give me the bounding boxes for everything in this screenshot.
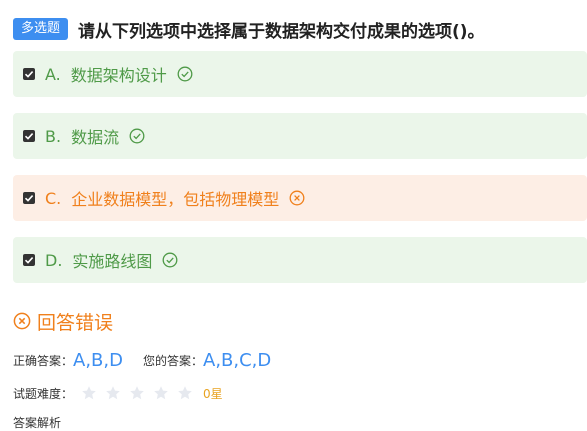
user-answer-value: A,B,C,D — [203, 349, 272, 371]
option-b-text: 数据流 — [71, 128, 120, 147]
correct-answer-label: 正确答案： — [13, 353, 74, 368]
correct-answer-value: A,B,D — [73, 349, 123, 371]
option-c-text: 企业数据模型，包括物理模型 — [71, 190, 280, 209]
analysis-label: 答案解析 — [13, 416, 62, 430]
check-circle-icon — [177, 66, 193, 82]
check-circle-icon — [162, 252, 178, 268]
option-d[interactable]: D. 实施路线图 — [13, 237, 587, 283]
difficulty-rating: 试题难度： 0星 — [13, 383, 223, 403]
option-a-text: 数据架构设计 — [70, 66, 167, 85]
option-c-checkbox[interactable] — [23, 192, 35, 204]
close-circle-icon — [13, 312, 31, 330]
option-b-checkbox[interactable] — [23, 130, 35, 142]
result-text: 回答错误 — [37, 311, 114, 334]
user-answer-label: 您的答案： — [142, 353, 203, 368]
option-a[interactable]: A. 数据架构设计 — [13, 51, 587, 97]
close-circle-icon — [289, 190, 305, 206]
option-b-letter: B. — [45, 126, 62, 146]
difficulty-rating-text: 0星 — [203, 386, 223, 401]
check-circle-icon — [129, 128, 145, 144]
star-icon — [153, 385, 169, 401]
star-icon — [105, 385, 121, 401]
option-d-letter: D. — [45, 250, 63, 270]
option-c[interactable]: C. 企业数据模型，包括物理模型 — [13, 175, 587, 221]
option-d-text: 实施路线图 — [72, 252, 153, 271]
option-a-checkbox[interactable] — [23, 68, 35, 80]
question-text: 请从下列选项中选择属于数据架构交付成果的选项()。 — [78, 21, 485, 42]
star-icon — [81, 385, 97, 401]
difficulty-label: 试题难度： — [13, 386, 74, 401]
answer-summary: 正确答案： A,B,D 您的答案： A,B,C,D — [13, 347, 291, 373]
answer-result: 回答错误 — [13, 308, 113, 334]
star-rating — [81, 385, 201, 401]
star-icon — [129, 385, 145, 401]
question-header: 多选题 请从下列选项中选择属于数据架构交付成果的选项()。 — [13, 14, 587, 44]
option-c-letter: C. — [45, 188, 62, 208]
star-icon — [177, 385, 193, 401]
question-type-badge: 多选题 — [13, 18, 69, 40]
option-d-checkbox[interactable] — [23, 254, 35, 266]
option-b[interactable]: B. 数据流 — [13, 113, 587, 159]
option-a-letter: A. — [45, 64, 61, 84]
